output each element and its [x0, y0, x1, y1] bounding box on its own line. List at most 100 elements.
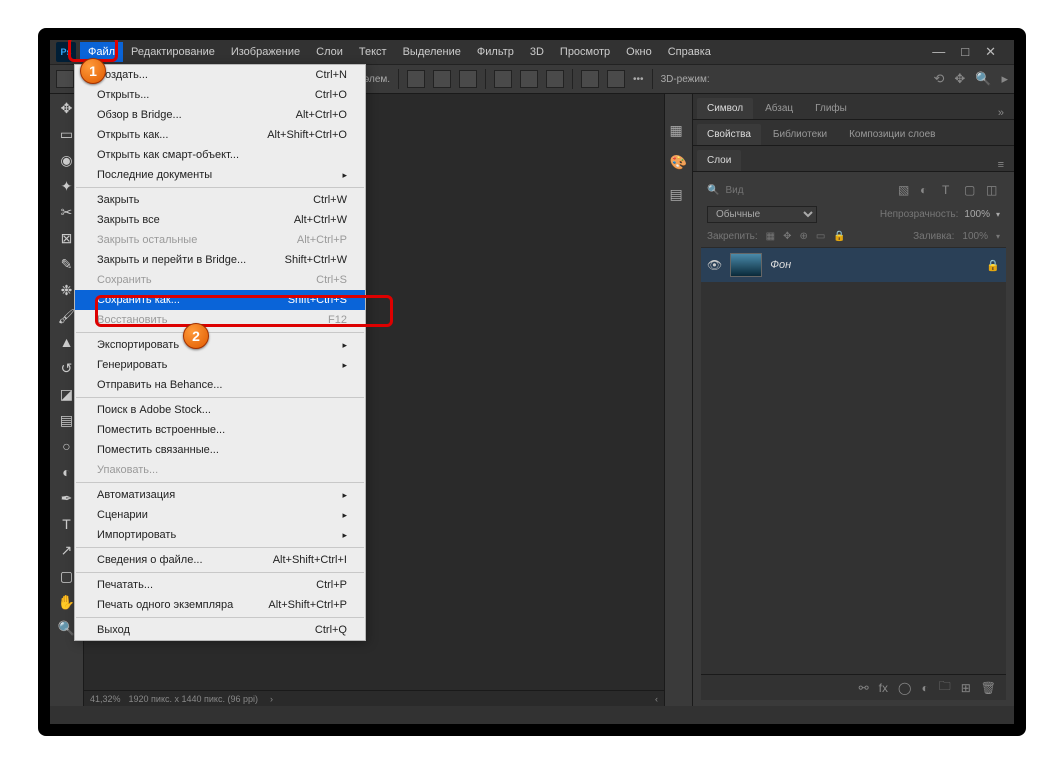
menu-item-обзор-в-bridge---[interactable]: Обзор в Bridge...Alt+Ctrl+O — [75, 105, 365, 125]
minimize-icon[interactable]: — — [932, 44, 945, 60]
align-icon[interactable] — [459, 70, 477, 88]
menu-item-выход[interactable]: ВыходCtrl+Q — [75, 620, 365, 640]
menu-item-отправить-на-behance---[interactable]: Отправить на Behance... — [75, 375, 365, 395]
menu-item-открыть---[interactable]: Открыть...Ctrl+O — [75, 85, 365, 105]
filter-image-icon[interactable]: ▧ — [898, 183, 912, 197]
adjustments-icon[interactable]: ▦ — [670, 122, 688, 140]
menu-справка[interactable]: Справка — [660, 42, 719, 62]
filter-adjust-icon[interactable]: ◐ — [920, 183, 934, 197]
tab-Абзац[interactable]: Абзац — [755, 98, 803, 119]
lock-nested-icon[interactable]: ⊕ — [800, 231, 808, 242]
panel-toggle-icon[interactable]: ▸ — [1001, 71, 1008, 87]
menu-3d[interactable]: 3D — [522, 42, 552, 62]
layers-panel: 🔍 ▧ ◐ T ▢ ◫ Обычные Непрозрачность: 100%… — [693, 172, 1014, 706]
close-icon[interactable]: ✕ — [985, 44, 996, 60]
menu-item-последние-документы[interactable]: Последние документы — [75, 165, 365, 185]
menu-выделение[interactable]: Выделение — [395, 42, 469, 62]
tab-Свойства[interactable]: Свойства — [697, 124, 761, 145]
menu-item-закрыть[interactable]: ЗакрытьCtrl+W — [75, 190, 365, 210]
menu-item-поместить-встроенные---[interactable]: Поместить встроенные... — [75, 420, 365, 440]
more-icon[interactable]: ••• — [633, 74, 644, 85]
filter-shape-icon[interactable]: ▢ — [964, 183, 978, 197]
menu-окно[interactable]: Окно — [618, 42, 660, 62]
search-icon[interactable]: 🔍 — [707, 185, 719, 196]
menu-item-закрыть-все[interactable]: Закрыть всеAlt+Ctrl+W — [75, 210, 365, 230]
layer-thumbnail[interactable] — [730, 253, 762, 277]
filter-smart-icon[interactable]: ◫ — [986, 183, 1000, 197]
shortcut-label: F12 — [328, 313, 347, 327]
menu-item-закрыть-и-перейти-в-bridge---[interactable]: Закрыть и перейти в Bridge...Shift+Ctrl+… — [75, 250, 365, 270]
menu-item-печать-одного-экземпляра[interactable]: Печать одного экземпляраAlt+Shift+Ctrl+P — [75, 595, 365, 615]
layer-name[interactable]: Фон — [770, 259, 978, 271]
menu-item-создать---[interactable]: Создать...Ctrl+N — [75, 65, 365, 85]
trash-icon[interactable]: 🗑 — [981, 681, 996, 695]
menu-изображение[interactable]: Изображение — [223, 42, 308, 62]
menu-item-сохранить: СохранитьCtrl+S — [75, 270, 365, 290]
distribute-icon[interactable] — [581, 70, 599, 88]
mask-icon[interactable]: ◯ — [898, 681, 911, 695]
tab-Слои[interactable]: Слои — [697, 150, 741, 171]
align-icon[interactable] — [546, 70, 564, 88]
chevron-left-icon[interactable]: ‹ — [655, 694, 658, 704]
align-icon[interactable] — [520, 70, 538, 88]
3d-pan-icon[interactable]: ✥ — [954, 71, 965, 87]
tab-Глифы[interactable]: Глифы — [805, 98, 857, 119]
panel-menu-icon[interactable]: » — [998, 107, 1010, 119]
filter-type-icon[interactable]: T — [942, 183, 956, 197]
chevron-down-icon[interactable]: ▾ — [996, 210, 1000, 219]
menu-item-сведения-о-файле---[interactable]: Сведения о файле...Alt+Shift+Ctrl+I — [75, 550, 365, 570]
menu-фильтр[interactable]: Фильтр — [469, 42, 522, 62]
menu-item-автоматизация[interactable]: Автоматизация — [75, 485, 365, 505]
link-icon[interactable]: ⚯ — [859, 681, 869, 695]
tab-Библиотеки[interactable]: Библиотеки — [763, 124, 837, 145]
lock-artboard-icon[interactable]: ▭ — [816, 231, 825, 242]
fx-icon[interactable]: fx — [879, 681, 888, 695]
opacity-value[interactable]: 100% — [964, 209, 990, 220]
tab-Символ[interactable]: Символ — [697, 98, 753, 119]
3d-zoom-icon[interactable]: 🔍 — [975, 71, 991, 87]
align-icon[interactable] — [433, 70, 451, 88]
lock-all-icon[interactable]: 🔒 — [833, 231, 845, 242]
color-icon[interactable]: 🎨 — [670, 154, 688, 172]
menu-label: Обзор в Bridge... — [97, 108, 182, 122]
menu-item-генерировать[interactable]: Генерировать — [75, 355, 365, 375]
align-icon[interactable] — [407, 70, 425, 88]
menu-текст[interactable]: Текст — [351, 42, 395, 62]
chevron-right-icon[interactable]: › — [270, 694, 273, 704]
visibility-icon[interactable]: 👁 — [707, 258, 722, 272]
lock-icon[interactable]: 🔒 — [986, 259, 1000, 272]
3d-orbit-icon[interactable]: ⟲ — [933, 71, 944, 87]
maximize-icon[interactable]: □ — [961, 44, 969, 60]
fill-value[interactable]: 100% — [962, 231, 988, 242]
menu-item-поместить-связанные---[interactable]: Поместить связанные... — [75, 440, 365, 460]
layer-filter-input[interactable] — [725, 185, 785, 196]
menu-просмотр[interactable]: Просмотр — [552, 42, 618, 62]
menu-item-импортировать[interactable]: Импортировать — [75, 525, 365, 545]
new-layer-icon[interactable]: ⊞ — [961, 681, 971, 695]
menu-слои[interactable]: Слои — [308, 42, 351, 62]
blend-mode-select[interactable]: Обычные — [707, 206, 817, 223]
menu-редактирование[interactable]: Редактирование — [123, 42, 223, 62]
swatches-icon[interactable]: ▤ — [670, 186, 688, 204]
folder-icon[interactable]: 🗀 — [939, 677, 951, 698]
menu-item-поиск-в-adobe-stock---[interactable]: Поиск в Adobe Stock... — [75, 400, 365, 420]
menu-item-сценарии[interactable]: Сценарии — [75, 505, 365, 525]
panel-menu-icon[interactable]: ≡ — [998, 159, 1010, 171]
align-icon[interactable] — [494, 70, 512, 88]
menu-item-печатать---[interactable]: Печатать...Ctrl+P — [75, 575, 365, 595]
tab-Композиции слоев[interactable]: Композиции слоев — [839, 124, 945, 145]
menu-item-открыть-как-смарт-объект---[interactable]: Открыть как смарт-объект... — [75, 145, 365, 165]
layer-row[interactable]: 👁 Фон 🔒 — [701, 248, 1006, 282]
menu-item-открыть-как---[interactable]: Открыть как...Alt+Shift+Ctrl+O — [75, 125, 365, 145]
adjustment-icon[interactable]: ◐ — [921, 681, 928, 695]
home-icon[interactable] — [56, 70, 74, 88]
lock-position-icon[interactable]: ✥ — [783, 231, 791, 242]
chevron-down-icon[interactable]: ▾ — [996, 232, 1000, 241]
lock-pixels-icon[interactable]: ▦ — [766, 231, 775, 242]
fill-label: Заливка: — [913, 231, 954, 242]
menu-item-сохранить-как---[interactable]: Сохранить как...Shift+Ctrl+S — [75, 290, 365, 310]
menu-label: Открыть... — [97, 88, 149, 102]
shortcut-label: Ctrl+W — [313, 193, 347, 207]
menu-item-экспортировать[interactable]: Экспортировать — [75, 335, 365, 355]
distribute-icon[interactable] — [607, 70, 625, 88]
